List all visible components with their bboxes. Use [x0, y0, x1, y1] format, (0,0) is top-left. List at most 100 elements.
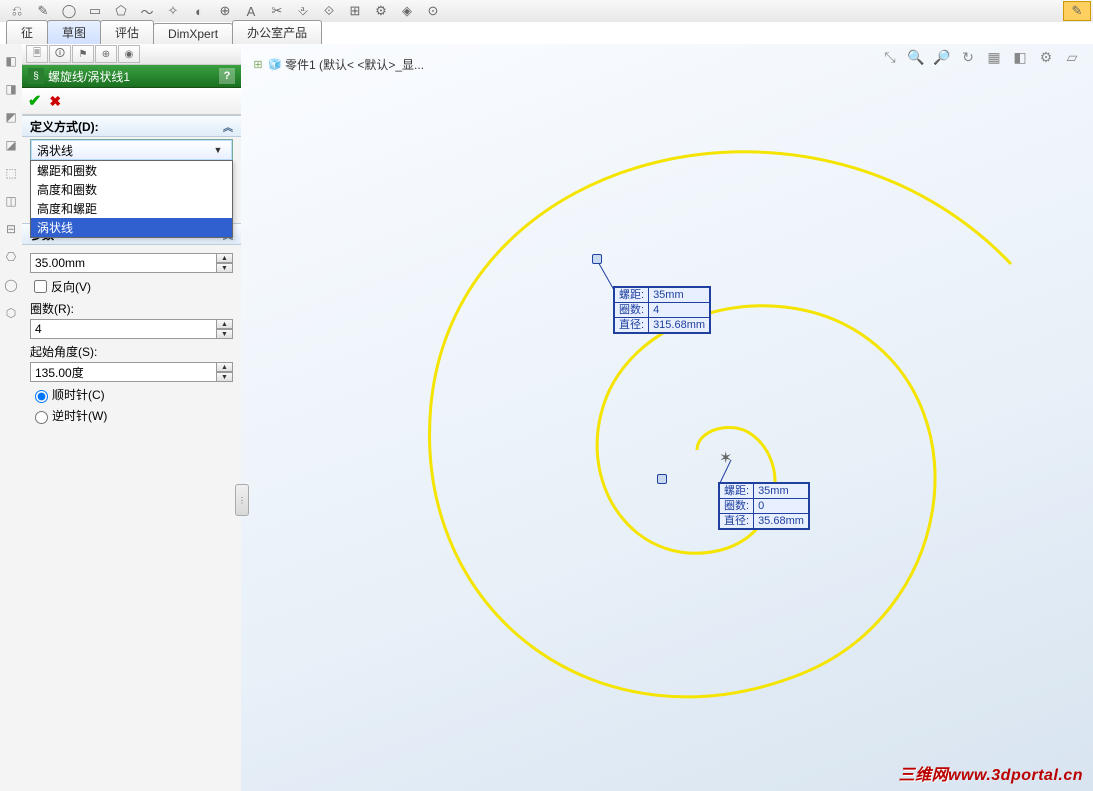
- ok-button[interactable]: ✔: [28, 91, 41, 111]
- cw-radio[interactable]: [35, 390, 48, 403]
- spiral-endpoint-outer[interactable]: [592, 254, 602, 264]
- spin-up-icon[interactable]: ▲: [217, 253, 233, 263]
- toolbar-icon[interactable]: ✧: [162, 2, 184, 20]
- toolbar-icon[interactable]: ⚙: [370, 2, 392, 20]
- toolbar-icon[interactable]: ◐: [188, 2, 210, 20]
- panel-tab-dimxpert-icon[interactable]: ⊕: [95, 45, 117, 63]
- watermark: 三维网www.3dportal.cn: [899, 761, 1083, 785]
- callout-val: 35mm: [754, 484, 809, 499]
- callout-key: 直径:: [615, 318, 649, 333]
- toolbar-icon[interactable]: ✎: [1063, 1, 1091, 21]
- start-angle-label: 起始角度(S):: [30, 343, 233, 360]
- callout-key: 圈数:: [615, 303, 649, 318]
- strip-icon[interactable]: ⊟: [2, 218, 20, 240]
- callout-val: 0: [754, 499, 809, 514]
- strip-icon[interactable]: ◩: [2, 106, 20, 128]
- toolbar-icon[interactable]: ⎌: [6, 2, 28, 20]
- define-label: 定义方式(D):: [30, 118, 99, 135]
- dropdown-option-selected[interactable]: 涡状线: [31, 218, 232, 237]
- toolbar-icon[interactable]: A: [240, 2, 262, 20]
- property-manager-panel: 🗏 🛈 ⚑ ⊕ ◉ § 螺旋线/涡状线1 ? ✔ ✖ 定义方式(D): ︽ 涡状…: [22, 44, 242, 791]
- callout-val: 4: [649, 303, 710, 318]
- chevron-down-icon: ▼: [210, 145, 226, 155]
- strip-icon[interactable]: ⬚: [2, 162, 20, 184]
- callout-key: 螺距:: [720, 484, 754, 499]
- tab-dimxpert[interactable]: DimXpert: [153, 23, 233, 44]
- define-section-header[interactable]: 定义方式(D): ︽: [22, 115, 241, 137]
- help-button[interactable]: ?: [219, 68, 235, 84]
- callout-key: 圈数:: [720, 499, 754, 514]
- reverse-checkbox[interactable]: [34, 280, 47, 293]
- strip-icon[interactable]: ◯: [2, 274, 20, 296]
- toolbar-icon[interactable]: ◈: [396, 2, 418, 20]
- spin-down-icon[interactable]: ▼: [217, 372, 233, 382]
- callout-val: 35.68mm: [754, 514, 809, 529]
- collapse-icon: ︽: [223, 119, 233, 134]
- panel-tab-feature-icon[interactable]: 🗏: [26, 45, 48, 63]
- feature-title-bar: § 螺旋线/涡状线1 ?: [22, 65, 241, 88]
- spiral-geometry: [241, 44, 1093, 791]
- callout-key: 直径:: [720, 514, 754, 529]
- dropdown-selected: 涡状线: [37, 142, 73, 159]
- strip-icon[interactable]: ◧: [2, 50, 20, 72]
- start-angle-input[interactable]: [30, 362, 217, 382]
- ccw-label: 逆时针(W): [52, 407, 107, 424]
- panel-tab-display-icon[interactable]: ◉: [118, 45, 140, 63]
- spiral-callout-inner[interactable]: 螺距:35mm 圈数:0 直径:35.68mm: [718, 482, 810, 530]
- callout-key: 螺距:: [615, 288, 649, 303]
- toolbar-icon[interactable]: ⎀: [292, 2, 314, 20]
- confirm-bar: ✔ ✖: [22, 88, 241, 115]
- callout-val: 315.68mm: [649, 318, 710, 333]
- revolutions-label: 圈数(R):: [30, 300, 233, 317]
- toolbar-icon[interactable]: ⟐: [318, 2, 340, 20]
- spiral-endpoint-inner[interactable]: [657, 474, 667, 484]
- toolbar-icon[interactable]: ◯: [58, 2, 80, 20]
- tab-sketch[interactable]: 草图: [47, 20, 101, 45]
- toolbar-icon[interactable]: ✂: [266, 2, 288, 20]
- pitch-spinner[interactable]: ▲▼: [30, 253, 233, 273]
- revolutions-spinner[interactable]: ▲▼: [30, 319, 233, 339]
- strip-icon[interactable]: ◪: [2, 134, 20, 156]
- toolbar-icon[interactable]: ✎: [32, 2, 54, 20]
- spiral-callout-outer[interactable]: 螺距:35mm 圈数:4 直径:315.68mm: [613, 286, 711, 334]
- cancel-button[interactable]: ✖: [49, 93, 61, 110]
- toolbar-icon[interactable]: ⊙: [422, 2, 444, 20]
- spin-up-icon[interactable]: ▲: [217, 362, 233, 372]
- start-angle-spinner[interactable]: ▲▼: [30, 362, 233, 382]
- dropdown-option[interactable]: 高度和螺距: [31, 199, 232, 218]
- origin-marker[interactable]: ✶: [719, 448, 732, 468]
- tab-evaluate[interactable]: 评估: [100, 20, 154, 44]
- strip-icon[interactable]: ◫: [2, 190, 20, 212]
- tab-office[interactable]: 办公室产品: [232, 20, 322, 44]
- callout-val: 35mm: [649, 288, 710, 303]
- strip-icon[interactable]: ⬡: [2, 302, 20, 324]
- left-feature-strip: ◧ ◨ ◩ ◪ ⬚ ◫ ⊟ ⎔ ◯ ⬡: [0, 44, 23, 791]
- watermark-url: www.3dportal.cn: [948, 767, 1083, 784]
- toolbar-icon[interactable]: ⊕: [214, 2, 236, 20]
- reverse-label: 反向(V): [51, 278, 91, 295]
- define-by-dropdown[interactable]: 涡状线 ▼: [30, 139, 233, 161]
- revolutions-input[interactable]: [30, 319, 217, 339]
- panel-tab-property-icon[interactable]: 🛈: [49, 45, 71, 63]
- feature-title: 螺旋线/涡状线1: [48, 68, 130, 85]
- panel-tab-config-icon[interactable]: ⚑: [72, 45, 94, 63]
- watermark-cn: 三维网: [899, 767, 949, 784]
- graphics-viewport[interactable]: ⋮ ⊞ 🧊 零件1 (默认< <默认>_显... ⤡ 🔍 🔎 ↻ ▦ ◧ ⚙ ▱…: [241, 44, 1093, 791]
- cw-label: 顺时针(C): [52, 386, 105, 403]
- spin-down-icon[interactable]: ▼: [217, 263, 233, 273]
- dropdown-option[interactable]: 螺距和圈数: [31, 161, 232, 180]
- spin-down-icon[interactable]: ▼: [217, 329, 233, 339]
- helix-icon: §: [28, 68, 44, 84]
- toolbar-icon[interactable]: ～: [136, 2, 158, 20]
- toolbar-icon[interactable]: ⬠: [110, 2, 132, 20]
- command-tabs: 征 草图 评估 DimXpert 办公室产品: [0, 22, 1093, 45]
- toolbar-icon[interactable]: ⊞: [344, 2, 366, 20]
- strip-icon[interactable]: ⎔: [2, 246, 20, 268]
- strip-icon[interactable]: ◨: [2, 78, 20, 100]
- spin-up-icon[interactable]: ▲: [217, 319, 233, 329]
- ccw-radio[interactable]: [35, 411, 48, 424]
- pitch-input[interactable]: [30, 253, 217, 273]
- tab-feature[interactable]: 征: [6, 20, 48, 44]
- toolbar-icon[interactable]: ▭: [84, 2, 106, 20]
- dropdown-option[interactable]: 高度和圈数: [31, 180, 232, 199]
